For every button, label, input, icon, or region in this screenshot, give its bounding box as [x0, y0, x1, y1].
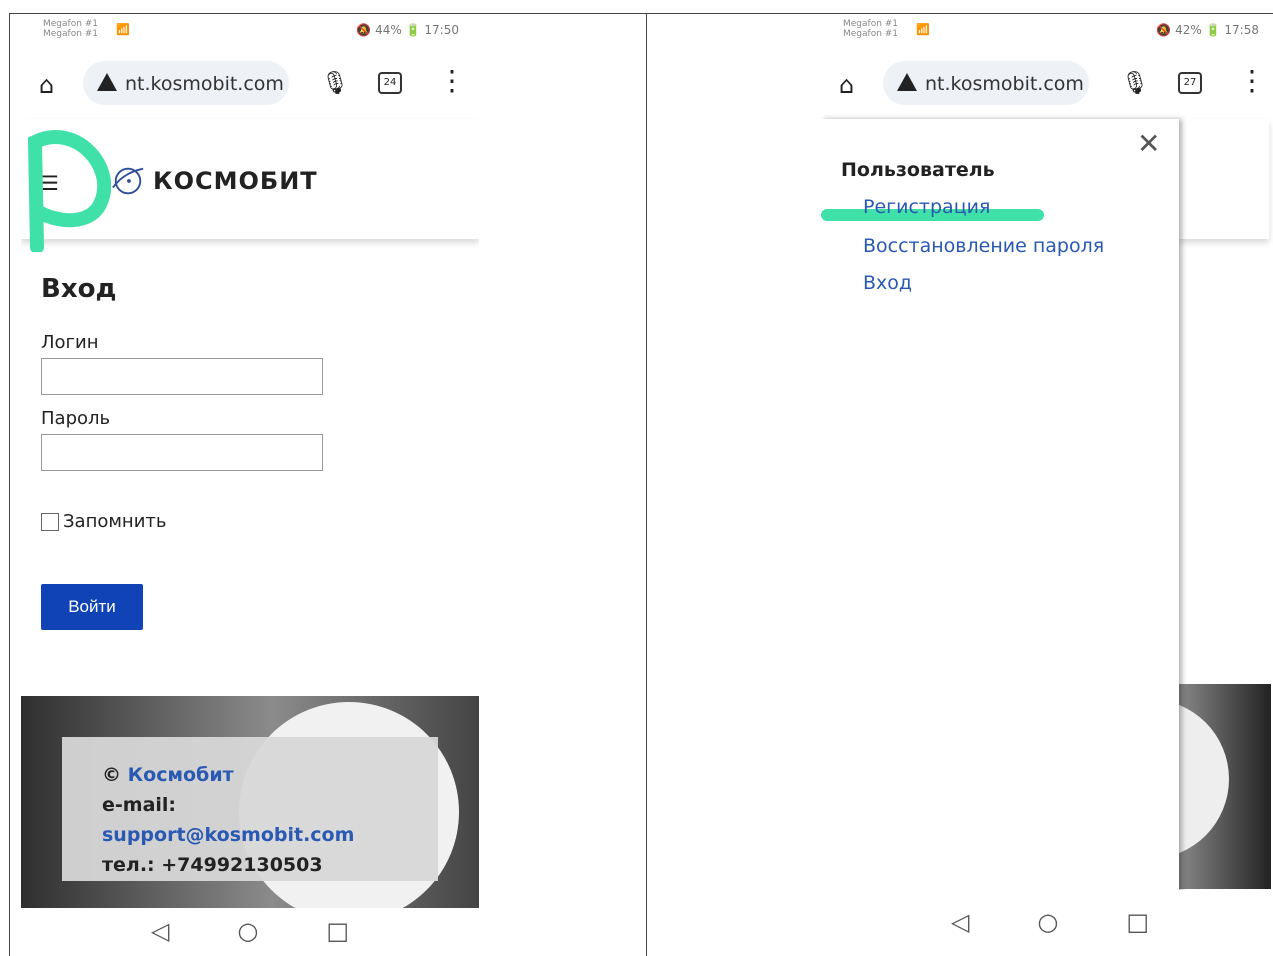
login-button[interactable]: Войти: [41, 584, 143, 630]
footer-text: © Космобит e-mail: support@kosmobit.com …: [102, 760, 354, 880]
address-bar[interactable]: nt.kosmobit.com: [83, 61, 289, 105]
browser-toolbar: ⌂ nt.kosmobit.com 🎙 24 ⋮: [21, 59, 479, 115]
right-phone-screen: Megafon #1 Megafon #1 📶 🔕 42% 🔋 17:58 ⌂ …: [821, 14, 1273, 954]
site-footer-edge: [1179, 684, 1271, 889]
home-circle-icon[interactable]: ○: [1037, 908, 1058, 936]
operators: Megafon #1 Megafon #1: [843, 19, 899, 39]
android-nav-bar: ◁ ○ □: [821, 890, 1273, 954]
side-drawer: ✕ Пользователь Регистрация Восстановлени…: [821, 119, 1179, 894]
email-link[interactable]: support@kosmobit.com: [102, 824, 354, 846]
globe-image: [1179, 699, 1229, 859]
handwritten-annotation: [27, 130, 111, 252]
remember-checkbox-row[interactable]: Запомнить: [41, 511, 167, 532]
site-header-edge: [1179, 119, 1269, 239]
password-label: Пароль: [41, 408, 111, 429]
battery-time: 🔕 42% 🔋 17:58: [1156, 23, 1259, 37]
microphone-icon[interactable]: 🎙: [321, 71, 349, 96]
status-bar: Megafon #1 Megafon #1 📶 🔕 44% 🔋 17:50: [21, 14, 479, 50]
warning-icon: [897, 73, 917, 91]
right-cell: Megafon #1 Megafon #1 📶 🔕 42% 🔋 17:58 ⌂ …: [646, 14, 1273, 956]
recent-apps-icon[interactable]: □: [1126, 908, 1149, 936]
logo-icon: [112, 167, 144, 195]
status-bar: Megafon #1 Megafon #1 📶 🔕 42% 🔋 17:58: [821, 14, 1273, 50]
signal-icon: 📶: [916, 23, 930, 36]
close-icon[interactable]: ✕: [1137, 127, 1160, 160]
site-footer: © Космобит e-mail: support@kosmobit.com …: [21, 696, 479, 908]
more-menu-icon[interactable]: ⋮: [1238, 67, 1266, 95]
address-bar[interactable]: nt.kosmobit.com: [883, 61, 1089, 105]
tabs-counter[interactable]: 27: [1178, 72, 1202, 94]
left-phone-screen: Megafon #1 Megafon #1 📶 🔕 44% 🔋 17:50 ⌂ …: [21, 14, 479, 954]
operators: Megafon #1 Megafon #1: [43, 19, 99, 39]
login-link[interactable]: Вход: [863, 272, 912, 294]
copyright-symbol: ©: [102, 764, 128, 786]
home-icon[interactable]: ⌂: [839, 71, 854, 99]
phone-text: тел.: +74992130503: [102, 854, 323, 876]
url-text: nt.kosmobit.com: [125, 73, 284, 95]
microphone-icon[interactable]: 🎙: [1121, 71, 1149, 96]
site-header: ☰ КОСМОБИТ: [21, 119, 479, 252]
brand-name: КОСМОБИТ: [153, 167, 318, 195]
login-input[interactable]: [41, 358, 323, 395]
email-label: e-mail:: [102, 794, 177, 816]
home-icon[interactable]: ⌂: [39, 71, 54, 99]
login-label: Логин: [41, 332, 99, 353]
remember-label: Запомнить: [63, 511, 167, 532]
password-recovery-link[interactable]: Восстановление пароля: [863, 235, 1104, 257]
tabs-counter[interactable]: 24: [378, 72, 402, 94]
login-title: Вход: [41, 274, 117, 304]
warning-icon: [97, 73, 117, 91]
recent-apps-icon[interactable]: □: [326, 917, 349, 945]
android-nav-bar: ◁ ○ □: [21, 908, 479, 954]
password-input[interactable]: [41, 434, 323, 471]
registration-link[interactable]: Регистрация: [863, 196, 990, 218]
company-link[interactable]: Космобит: [128, 764, 234, 786]
left-cell: Megafon #1 Megafon #1 📶 🔕 44% 🔋 17:50 ⌂ …: [9, 14, 647, 956]
more-menu-icon[interactable]: ⋮: [438, 67, 466, 95]
browser-toolbar: ⌂ nt.kosmobit.com 🎙 27 ⋮: [821, 59, 1273, 115]
site-logo[interactable]: КОСМОБИТ: [109, 164, 318, 198]
signal-icon: 📶: [116, 23, 130, 36]
drawer-title: Пользователь: [841, 159, 995, 181]
url-text: nt.kosmobit.com: [925, 73, 1084, 95]
remember-checkbox[interactable]: [41, 512, 59, 531]
home-circle-icon[interactable]: ○: [237, 917, 258, 945]
battery-time: 🔕 44% 🔋 17:50: [356, 23, 459, 37]
back-icon[interactable]: ◁: [151, 917, 169, 945]
back-icon[interactable]: ◁: [951, 908, 969, 936]
